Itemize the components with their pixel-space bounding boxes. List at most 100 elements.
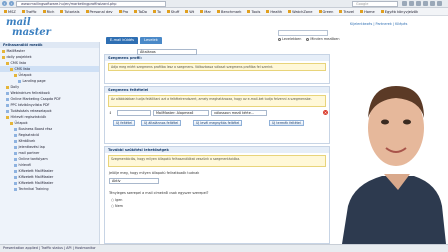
new-open-condition-button[interactable]: Új levél megnyitás feltétel: [193, 120, 243, 126]
folder-icon: [6, 85, 9, 89]
tree-item-label: Tudásbázis releaselapok: [10, 109, 52, 113]
document-icon: [6, 97, 9, 101]
extra-filter-panel: További szűkítési lehetőségek Szegmentác…: [104, 146, 330, 244]
bookmark-item[interactable]: Personal dev: [86, 10, 113, 14]
radio-label: Levelekben: [282, 37, 302, 41]
tree-item-label: MailMaster: [6, 49, 25, 53]
bookmark-item[interactable]: MSZ: [4, 10, 16, 14]
folder-icon: [2, 49, 5, 53]
main-content: Szegmens profil: Általános Adja meg miér…: [104, 45, 334, 244]
document-icon: [18, 79, 21, 83]
tree-item-label: Kifizetett MailMaster: [18, 169, 54, 173]
new-product-condition-button[interactable]: Új termék feltétel: [269, 120, 304, 126]
new-general-condition-button[interactable]: Új általánnos feltétel: [141, 120, 182, 126]
app-search-input[interactable]: [278, 30, 328, 36]
tree-item-label: mail partner: [18, 151, 40, 155]
bookmarks-bar: MSZ Traffic Rich Tutorials Personal dev …: [0, 8, 448, 16]
panel-title: Szegmens profil:: [105, 55, 329, 61]
radio-in-letters[interactable]: Levelekben: [278, 37, 301, 41]
bookmark-item[interactable]: Traffic: [22, 10, 37, 14]
document-icon: [14, 169, 17, 173]
browser-search-input[interactable]: Google: [352, 1, 398, 7]
bookmark-item[interactable]: Rich: [43, 10, 55, 14]
bookmark-item[interactable]: Health: [266, 10, 282, 14]
sidebar: Felhasználói mezők MailMaster dolly proj…: [0, 42, 100, 244]
search-scope-radios: Levelekben Minden mezőben: [278, 37, 340, 41]
tree-item-label: PPC kézikönyvlista PDF: [10, 103, 50, 107]
tree-item-label: Hírlevél regisztrációk: [10, 115, 47, 119]
tree-item-label: Dolly: [10, 85, 20, 89]
document-icon: [14, 139, 17, 143]
bookmark-item[interactable]: Mar: [200, 10, 211, 14]
bookmark-item[interactable]: Tools: [247, 10, 260, 14]
new-condition-button[interactable]: Új feltétel: [113, 120, 136, 126]
tree-item-label: Business Boost rész: [18, 127, 53, 131]
condition-handle-icon[interactable]: ↕: [109, 111, 112, 115]
info-box: Adja meg miért szegmens profilba lesz a …: [108, 63, 326, 71]
bookmark-item[interactable]: Green: [319, 10, 334, 14]
presenter-photo: [334, 66, 448, 244]
condition-value-select[interactable]: válasszon mező kérte...: [211, 110, 267, 116]
tree-item-label: dolly projektek: [6, 55, 32, 59]
top-links[interactable]: Kijelentkezés | Partnerek | Kilépés: [350, 22, 407, 26]
tree-item-label: Regisztráció: [18, 133, 40, 137]
bookmark-item[interactable]: Pro: [119, 10, 129, 14]
tree-item-label: Kérdőívek: [18, 139, 36, 143]
bookmark-item[interactable]: Egyéb könyvjelzők: [381, 10, 418, 14]
panel-title: Szegmens feltételei: [105, 87, 329, 93]
document-icon: [14, 175, 17, 179]
document-icon: [14, 127, 17, 131]
extension-icon[interactable]: [423, 1, 428, 6]
tree-item-label: CMS lista: [10, 61, 27, 65]
bookmark-item[interactable]: Benchmark: [217, 10, 241, 14]
document-icon: [6, 109, 9, 113]
tree-item-label: Webinárium feliratkozó: [10, 91, 50, 95]
tree-item-label: Technikai Training: [18, 187, 49, 191]
extension-icon[interactable]: [416, 1, 421, 6]
bookmark-item[interactable]: Stuff: [167, 10, 179, 14]
folder-icon: [2, 55, 5, 59]
condition-field-select[interactable]: MailMaster: Alapmező: [153, 110, 209, 116]
radio-no-label: Nem: [115, 204, 123, 208]
browser-extension-icons: [402, 1, 442, 6]
folder-icon: [6, 61, 9, 65]
status-label: Jelölje meg, hogy milyen állapotú felira…: [109, 171, 200, 175]
remove-condition-icon[interactable]: ×: [323, 110, 328, 115]
radio-yes[interactable]: ○ Igen: [111, 198, 122, 202]
menu-icon[interactable]: [437, 1, 442, 6]
bookmark-item[interactable]: WatchZone: [288, 10, 312, 14]
extension-icon[interactable]: [430, 1, 435, 6]
mailmaster-logo: mail master: [6, 18, 51, 38]
bookmark-item[interactable]: Home: [360, 10, 375, 14]
document-icon: [14, 181, 17, 185]
tab-letters[interactable]: Levelek: [140, 37, 162, 44]
bookmark-item[interactable]: ToDo: [134, 10, 147, 14]
condition-operator-select[interactable]: [117, 110, 151, 116]
tree-item[interactable]: Technikai Training: [0, 186, 99, 192]
radio-all-fields[interactable]: Minden mezőben: [306, 37, 340, 41]
tree-item-label: Kifizetett MailMaster: [18, 175, 54, 179]
document-icon: [6, 91, 9, 95]
bookmark-item[interactable]: To: [153, 10, 161, 14]
document-icon: [6, 103, 9, 107]
document-icon: [14, 163, 17, 167]
extension-icon[interactable]: [402, 1, 407, 6]
radio-no[interactable]: ○ Nem: [111, 204, 123, 208]
segment-profile-select[interactable]: Általános: [137, 49, 197, 55]
back-button[interactable]: ‹: [2, 1, 7, 6]
folder-icon: [10, 121, 13, 125]
bookmark-item[interactable]: Wt: [185, 10, 194, 14]
document-icon: [14, 145, 17, 149]
panel-title: További szűkítési lehetőségek: [105, 147, 329, 153]
tab-email-send[interactable]: E-mail küldés: [106, 37, 139, 44]
tree-item-label: Űrlapok: [18, 73, 32, 77]
bookmark-item[interactable]: Tutorials: [60, 10, 79, 14]
bookmark-item[interactable]: Travel: [339, 10, 354, 14]
segment-profile-panel: Szegmens profil: Általános Adja meg miér…: [104, 49, 330, 84]
forward-button[interactable]: ›: [9, 1, 14, 6]
document-icon: [14, 187, 17, 191]
address-bar[interactable]: www.mailingsoftware.hu/en/marketingprofi…: [16, 0, 166, 7]
tree-item-label: CMS lista: [14, 67, 31, 71]
extension-icon[interactable]: [409, 1, 414, 6]
status-select[interactable]: Aktív: [109, 178, 159, 184]
